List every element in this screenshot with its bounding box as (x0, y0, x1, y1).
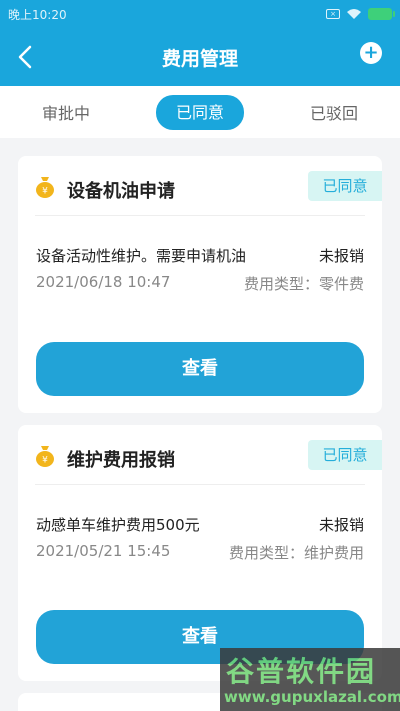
battery-icon (368, 8, 395, 20)
expense-type: 费用类型：零件费 (243, 275, 364, 293)
expense-description: 设备活动性维护。需要申请机油 (36, 247, 247, 265)
reimbursement-status: 未报销 (318, 247, 364, 265)
status-time: 晚上10:20 (8, 7, 67, 22)
status-badge: 已同意 (308, 440, 382, 470)
status-bar: 晚上10:20 × (0, 0, 400, 28)
card-header: ¥ 维护费用报销 已同意 (35, 425, 382, 485)
status-badge: 已同意 (308, 171, 382, 201)
expense-date: 2021/05/21 15:45 (36, 542, 171, 560)
watermark-text: 谷普软件园 (226, 655, 377, 688)
page-title: 费用管理 (161, 47, 238, 70)
add-button[interactable]: + (360, 42, 382, 64)
view-button[interactable]: 查看 (36, 342, 364, 396)
money-bag-icon: ¥ (36, 446, 54, 467)
tab-rejected[interactable]: 已驳回 (310, 100, 358, 124)
card-header: ¥ 设备机油申请 已同意 (35, 156, 382, 216)
expense-card: ¥ 维护费用报销 已同意 动感单车维护费用500元 未报销 2021/05/21… (18, 425, 382, 681)
sim-icon: × (326, 9, 340, 19)
svg-text:¥: ¥ (42, 187, 48, 197)
expense-description: 动感单车维护费用500元 (36, 516, 200, 534)
tab-pending[interactable]: 审批中 (42, 100, 90, 124)
expense-type: 费用类型：维护费用 (228, 544, 364, 562)
reimbursement-status: 未报销 (318, 516, 364, 534)
card-title: 维护费用报销 (67, 450, 175, 471)
status-icons: × (326, 8, 395, 20)
tab-approved[interactable]: 已同意 (156, 94, 244, 130)
card-title: 设备机油申请 (67, 181, 175, 202)
expense-date: 2021/06/18 10:47 (36, 273, 171, 291)
watermark: 谷普软件园 www.gupuxlazal.com (220, 648, 400, 711)
wifi-icon (347, 9, 361, 19)
watermark-url: www.gupuxlazal.com (224, 688, 400, 706)
expense-card: ¥ 设备机油申请 已同意 设备活动性维护。需要申请机油 未报销 2021/06/… (18, 156, 382, 413)
svg-text:¥: ¥ (42, 456, 48, 466)
money-bag-icon: ¥ (36, 177, 54, 198)
nav-bar: 费用管理 + (0, 28, 400, 86)
back-icon[interactable] (14, 43, 38, 71)
tab-bar: 审批中 已同意 已驳回 (0, 86, 400, 138)
